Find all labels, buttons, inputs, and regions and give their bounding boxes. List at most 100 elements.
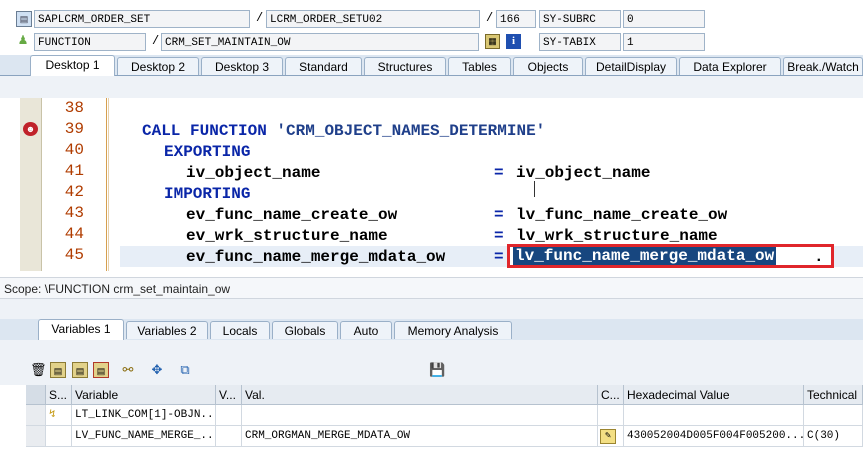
selected-variable[interactable]: lv_func_name_merge_mdata_ow (513, 247, 777, 265)
column-header-variable[interactable]: Variable (72, 385, 216, 405)
breakpoint-icon[interactable]: ☻ (23, 122, 38, 136)
keyword: IMPORTING (164, 185, 251, 203)
line-number-field[interactable]: 166 (496, 10, 536, 28)
column-header-technical[interactable]: Technical (804, 385, 863, 405)
function-name-field[interactable]: CRM_SET_MAINTAIN_OW (161, 33, 479, 51)
tab-desktop-3[interactable]: Desktop 3 (201, 57, 283, 75)
tab-memory-analysis[interactable]: Memory Analysis (394, 321, 512, 339)
path-separator: / (152, 34, 160, 48)
function-icon: ♟ (17, 33, 29, 47)
tab-globals[interactable]: Globals (272, 321, 338, 339)
row-selector[interactable] (26, 426, 46, 447)
code-line-45-param[interactable]: ev_func_name_merge_mdata_ow (186, 248, 445, 266)
hierarchy-icon[interactable]: ⚯ (120, 362, 136, 378)
sysvar-subrc-name: SY-SUBRC (539, 10, 621, 28)
variable-name[interactable]: LT_LINK_COM[1]-OBJN... (72, 405, 216, 426)
tab-auto[interactable]: Auto (340, 321, 392, 339)
detail-icon[interactable]: ⧉ (177, 362, 193, 378)
panel-splitter[interactable] (0, 299, 863, 319)
save-icon[interactable]: 💾 (429, 362, 445, 378)
sysvar-subrc-value[interactable]: 0 (623, 10, 705, 28)
path-separator: / (256, 11, 264, 25)
variable-value[interactable] (242, 405, 598, 426)
line-number: 44 (64, 225, 84, 243)
tab-standard[interactable]: Standard (285, 57, 362, 75)
program-name-field[interactable]: SAPLCRM_ORDER_SET (34, 10, 250, 28)
pencil-icon[interactable]: ✎ (600, 429, 616, 444)
keyword: EXPORTING (164, 143, 251, 161)
assign-operator: = (494, 227, 504, 245)
line-number: 40 (64, 141, 84, 159)
code-line-41-value[interactable]: iv_object_name (516, 164, 650, 182)
append-row-icon[interactable]: ▤ (72, 362, 88, 378)
insert-row-icon[interactable]: ▤ (50, 362, 66, 378)
tab-desktop-1[interactable]: Desktop 1 (30, 55, 115, 76)
statement-terminator: . (814, 248, 824, 266)
variable-value[interactable]: CRM_ORGMAN_MERGE_MDATA_OW (242, 426, 598, 447)
desktop-tab-bar: Desktop 1 Desktop 2 Desktop 3 Standard S… (0, 55, 863, 76)
code-line-44-param[interactable]: ev_wrk_structure_name (186, 227, 388, 245)
code-line-40: EXPORTING (164, 143, 250, 161)
variable-name[interactable]: LV_FUNC_NAME_MERGE_... (72, 426, 216, 447)
variable-hex: 430052004D005F004F005200... (624, 426, 804, 447)
editor-divider (108, 98, 109, 271)
navigate-icon[interactable]: ✥ (149, 362, 165, 378)
variables-table: S... Variable V... Val. C... Hexadecimal… (0, 385, 863, 455)
column-header-status[interactable]: S... (46, 385, 72, 405)
sysvar-tabix-value[interactable]: 1 (623, 33, 705, 51)
column-header-hex[interactable]: Hexadecimal Value (624, 385, 804, 405)
include-name-field[interactable]: LCRM_ORDER_SETU02 (266, 10, 480, 28)
info-icon[interactable]: i (506, 34, 521, 49)
code-line-44-value[interactable]: lv_wrk_structure_name (516, 227, 718, 245)
line-number: 38 (64, 99, 84, 117)
line-number: 43 (64, 204, 84, 222)
row-selector[interactable] (26, 405, 46, 426)
source-code-editor[interactable]: ☻ 38 39 40 41 42 43 44 45 CALL FUNCTION … (20, 98, 863, 271)
tab-locals[interactable]: Locals (210, 321, 270, 339)
tab-desktop-2[interactable]: Desktop 2 (117, 57, 199, 75)
tab-detaildisplay[interactable]: DetailDisplay (585, 57, 677, 75)
assign-operator: = (494, 248, 504, 266)
delete-icon[interactable]: 🗑 (30, 362, 47, 378)
status-cell (46, 426, 72, 447)
code-line-43-value[interactable]: lv_func_name_create_ow (516, 206, 727, 224)
tab-variables-2[interactable]: Variables 2 (126, 321, 208, 339)
code-line-39: CALL FUNCTION 'CRM_OBJECT_NAMES_DETERMIN… (142, 122, 545, 140)
tab-data-explorer[interactable]: Data Explorer (679, 57, 781, 75)
tab-objects[interactable]: Objects (513, 57, 583, 75)
assign-operator: = (494, 164, 504, 182)
variables-tab-bar: Variables 1 Variables 2 Locals Globals A… (0, 319, 863, 341)
tab-structures[interactable]: Structures (364, 57, 446, 75)
display-object-icon[interactable]: ▦ (485, 34, 500, 49)
variables-toolbar: 🗑 ▤ ▤ ▤ ⚯ ✥ ⧉ 💾 (0, 340, 863, 385)
scope-label: Scope: \FUNCTION crm_set_maintain_ow (0, 277, 863, 299)
variable-v (216, 405, 242, 426)
column-header-change[interactable]: C... (598, 385, 624, 405)
code-line-41-param[interactable]: iv_object_name (186, 164, 320, 182)
tab-tables[interactable]: Tables (448, 57, 511, 75)
column-header-select (26, 385, 46, 405)
tab-breakpoints-watch[interactable]: Break./Watch (783, 57, 863, 75)
string-literal: 'CRM_OBJECT_NAMES_DETERMINE' (266, 122, 546, 140)
variable-technical: C(30) (804, 426, 863, 447)
toolbar-strip (0, 76, 863, 98)
text-cursor-icon (534, 181, 535, 197)
line-number: 42 (64, 183, 84, 201)
line-numbers: 38 39 40 41 42 43 44 45 (42, 98, 107, 271)
code-line-42: IMPORTING (164, 185, 250, 203)
column-header-value[interactable]: Val. (242, 385, 598, 405)
assign-operator: = (494, 206, 504, 224)
object-type-field[interactable]: FUNCTION (34, 33, 146, 51)
line-number: 45 (64, 246, 84, 264)
code-line-43-param[interactable]: ev_func_name_create_ow (186, 206, 397, 224)
column-header-v[interactable]: V... (216, 385, 242, 405)
change-value-cell: ✎ (598, 426, 624, 447)
program-icon: ▤ (16, 11, 32, 27)
delete-row-icon[interactable]: ▤ (93, 362, 109, 378)
variable-hex (624, 405, 804, 426)
variable-change (598, 405, 624, 426)
line-number: 39 (64, 120, 84, 138)
keyword: CALL FUNCTION (142, 122, 267, 140)
tab-variables-1[interactable]: Variables 1 (38, 319, 124, 340)
sysvar-tabix-name: SY-TABIX (539, 33, 621, 51)
